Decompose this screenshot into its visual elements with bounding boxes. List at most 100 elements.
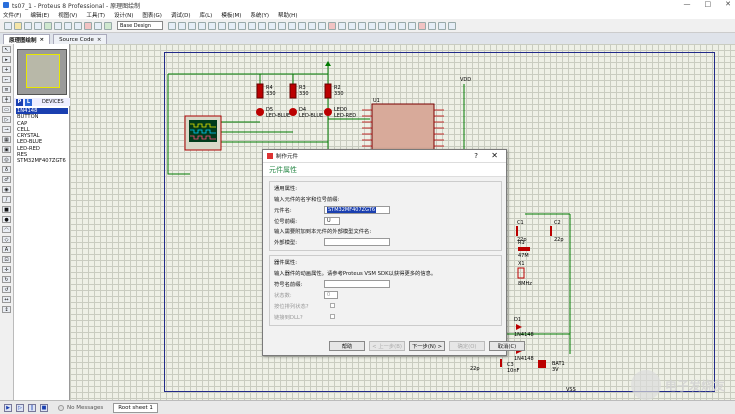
electrical-check-icon[interactable] (438, 21, 446, 30)
copy-icon[interactable] (278, 21, 286, 30)
circle-2d-icon[interactable]: ● (2, 216, 11, 223)
text-script-icon[interactable]: ≡ (2, 86, 11, 93)
stop-icon[interactable]: ■ (40, 403, 48, 412)
terminal-icon[interactable]: ▷ (2, 116, 11, 123)
cut-icon[interactable] (268, 21, 276, 30)
resistor-r4[interactable] (256, 83, 264, 99)
menu-design[interactable]: 设计(N) (114, 11, 133, 19)
line-2d-icon[interactable]: / (2, 196, 11, 203)
pause-icon[interactable]: ‖ (28, 403, 36, 412)
overview-window[interactable] (17, 49, 67, 95)
menu-tools[interactable]: 工具(T) (86, 11, 105, 19)
resistor-r2[interactable] (324, 83, 332, 99)
reference-prefix-input[interactable]: U (324, 216, 340, 225)
help-button[interactable]: 帮助 (329, 341, 365, 351)
search-icon[interactable] (388, 21, 396, 30)
menu-help[interactable]: 帮助(H) (278, 11, 297, 19)
package-tool-icon[interactable] (358, 21, 366, 30)
close-tab-icon[interactable]: × (97, 37, 102, 43)
undo-icon[interactable] (248, 21, 256, 30)
device-pin-icon[interactable]: ⊸ (2, 126, 11, 133)
external-model-input[interactable] (324, 237, 390, 246)
link-dll-checkbox[interactable] (330, 314, 335, 319)
symbol-prefix-input[interactable] (324, 279, 390, 288)
capacitor-c2[interactable] (550, 226, 552, 236)
diode-d1[interactable] (516, 324, 522, 330)
menu-view[interactable]: 视图(V) (58, 11, 77, 19)
wire-autorouter-icon[interactable] (378, 21, 386, 30)
bus-icon[interactable]: ╪ (2, 96, 11, 103)
arc-2d-icon[interactable]: ◠ (2, 226, 11, 233)
led-led0[interactable] (324, 108, 332, 116)
menu-edit[interactable]: 编辑(E) (30, 11, 49, 19)
paste-icon[interactable] (288, 21, 296, 30)
rotate-ccw-icon[interactable]: ↺ (2, 286, 11, 293)
mirror-y-icon[interactable]: ↕ (2, 306, 11, 313)
subcircuit-icon[interactable]: ▭ (2, 106, 11, 113)
menu-file[interactable]: 文件(F) (3, 11, 21, 19)
bitwise-states-checkbox[interactable] (330, 303, 335, 308)
close-project-icon[interactable] (34, 21, 42, 30)
rotate-cw-icon[interactable]: ↻ (2, 276, 11, 283)
block-rotate-icon[interactable] (318, 21, 326, 30)
next-button[interactable]: 下一步(N) > (409, 341, 445, 351)
play-icon[interactable]: ▶ (4, 403, 12, 412)
property-tool-icon[interactable] (398, 21, 406, 30)
grid-icon[interactable] (178, 21, 186, 30)
pick-device-icon[interactable] (338, 21, 346, 30)
pick-devices-button[interactable]: P (16, 98, 23, 106)
zoom-in-icon[interactable] (208, 21, 216, 30)
cancel-button[interactable]: 取消(C) (489, 341, 525, 351)
messages-indicator[interactable]: No Messages (58, 404, 103, 411)
sheet-indicator[interactable]: Root sheet 1 (113, 402, 158, 413)
resistor-r1[interactable] (518, 247, 530, 251)
device-name-input[interactable]: STM32MF407ZGT6 (324, 205, 390, 214)
design-select[interactable]: Base Design (117, 21, 163, 30)
source-code-icon[interactable] (94, 21, 102, 30)
menu-graph[interactable]: 图表(G) (142, 11, 162, 19)
zoom-all-icon[interactable] (228, 21, 236, 30)
save-icon[interactable] (24, 21, 32, 30)
dialog-help-icon[interactable]: ? (474, 152, 478, 160)
close-tab-icon[interactable]: × (40, 37, 45, 43)
home-icon[interactable] (44, 21, 52, 30)
new-file-icon[interactable] (4, 21, 12, 30)
current-probe-icon[interactable]: ♂ (2, 176, 11, 183)
pan-icon[interactable] (198, 21, 206, 30)
marker-2d-icon[interactable]: ✛ (2, 266, 11, 273)
minimize-button[interactable]: — (684, 0, 691, 8)
tab-schematic[interactable]: 原理图绘制 × (3, 34, 51, 44)
step-icon[interactable]: ▷ (16, 403, 24, 412)
refresh-icon[interactable] (168, 21, 176, 30)
decompose-icon[interactable] (368, 21, 376, 30)
maximize-button[interactable]: □ (705, 0, 712, 8)
library-manager-button[interactable]: L (25, 98, 32, 106)
menu-library[interactable]: 库(L) (199, 11, 212, 19)
menu-system[interactable]: 系统(Y) (250, 11, 269, 19)
tab-source-code[interactable]: Source Code × (53, 34, 108, 44)
help-icon[interactable] (104, 21, 112, 30)
netlist-icon[interactable] (448, 21, 456, 30)
menu-debug[interactable]: 调试(D) (171, 11, 191, 19)
path-2d-icon[interactable]: ◇ (2, 236, 11, 243)
origin-icon[interactable] (188, 21, 196, 30)
remove-sheet-icon[interactable] (418, 21, 426, 30)
block-delete-icon[interactable] (328, 21, 336, 30)
device-item[interactable]: STM32MF407ZGT6 (16, 158, 68, 164)
redo-icon[interactable] (258, 21, 266, 30)
voltage-probe-icon[interactable]: ♁ (2, 166, 11, 173)
block-copy-icon[interactable] (298, 21, 306, 30)
zoom-out-icon[interactable] (218, 21, 226, 30)
battery-bat1[interactable] (538, 360, 546, 368)
generator-icon[interactable]: ◎ (2, 156, 11, 163)
tape-recorder-icon[interactable]: ▣ (2, 146, 11, 153)
schematic-icon[interactable] (54, 21, 62, 30)
text-2d-icon[interactable]: A (2, 246, 11, 253)
junction-dot-icon[interactable]: + (2, 66, 11, 73)
crystal-x1[interactable] (517, 267, 525, 279)
box-2d-icon[interactable]: ■ (2, 206, 11, 213)
wire-label-icon[interactable]: ⌐ (2, 76, 11, 83)
pcb-icon[interactable] (64, 21, 72, 30)
virtual-instrument-icon[interactable]: ◉ (2, 186, 11, 193)
mirror-x-icon[interactable]: ↔ (2, 296, 11, 303)
